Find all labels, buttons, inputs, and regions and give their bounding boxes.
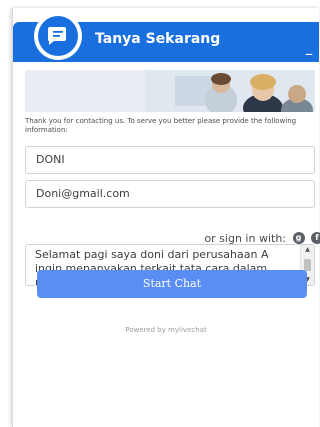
intro-text: Thank you for contacting us. To serve yo…	[25, 117, 297, 134]
google-plus-icon[interactable]: g	[292, 232, 305, 244]
email-field[interactable]: Doni@gmail.com	[25, 180, 315, 208]
start-chat-button[interactable]: Start Chat	[37, 270, 307, 298]
scroll-thumb[interactable]	[304, 259, 311, 271]
minimize-button[interactable]: –	[305, 44, 319, 64]
scroll-up-arrow-icon[interactable]: ▲	[301, 245, 314, 255]
name-field[interactable]: DONI	[25, 146, 315, 174]
chat-bubble-icon	[38, 16, 78, 56]
powered-by-footer: Powered by mylivechat	[125, 326, 207, 334]
facebook-icon[interactable]: f	[311, 232, 320, 244]
chat-avatar	[34, 12, 82, 60]
support-banner-image	[25, 70, 315, 112]
header-title: Tanya Sekarang	[95, 31, 221, 47]
chat-widget: – Tanya Sekarang Thank you for contactin…	[12, 8, 320, 427]
